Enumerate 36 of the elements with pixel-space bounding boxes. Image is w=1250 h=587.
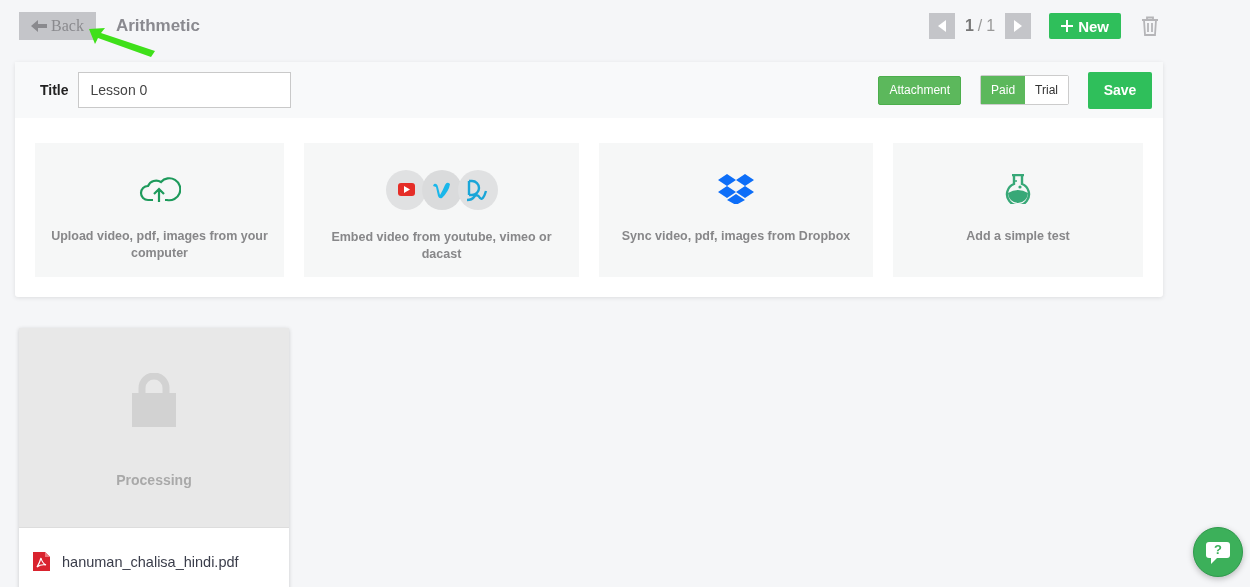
new-button[interactable]: New <box>1049 13 1121 39</box>
access-toggle-option[interactable]: Trial <box>1025 76 1068 104</box>
previous-page-button[interactable] <box>928 13 955 39</box>
title-input[interactable]: Lesson 0 <box>77 72 291 108</box>
save-button[interactable]: Save <box>1088 71 1152 109</box>
pdf-file-icon <box>33 552 50 571</box>
arrow-left-icon <box>31 20 47 32</box>
option-label: Add a simple test <box>965 228 1071 245</box>
processing-status: Processing <box>116 472 192 488</box>
back-button[interactable]: Back <box>19 12 96 40</box>
title-label: Title <box>40 82 69 98</box>
page-total: 1 <box>986 17 996 35</box>
open-box-icon <box>718 174 754 204</box>
content-option-tile[interactable]: Embed video from youtube, vimeo or dacast <box>304 143 579 277</box>
option-label: Embed video from youtube, vimeo or dacast <box>330 229 553 263</box>
cloud-upload-icon <box>138 174 181 204</box>
plus-icon <box>1061 20 1074 32</box>
access-toggle-option[interactable]: Paid <box>981 76 1026 104</box>
page-number: 1 <box>964 17 974 35</box>
attachment-button[interactable]: Attachment <box>878 75 962 105</box>
trash-icon[interactable] <box>1141 16 1159 36</box>
flask-icon <box>1005 174 1031 204</box>
help-button[interactable]: ? <box>1193 527 1243 577</box>
triangle-left-icon <box>937 20 946 32</box>
triangle-right-icon <box>1014 20 1023 32</box>
content-option-tile[interactable]: Sync video, pdf, images from Dropbox <box>599 143 873 277</box>
content-option-tile[interactable]: Upload video, pdf, images from your computer <box>35 143 284 277</box>
page-title: Arithmetic <box>115 16 200 36</box>
option-label: Upload video, pdf, images from your computer <box>50 228 269 262</box>
option-label: Sync video, pdf, images from Dropbox <box>620 228 852 245</box>
file-card[interactable]: Processing hanuman_chalisa_hindi.pdf <box>19 328 289 587</box>
video-services-icon <box>384 169 499 211</box>
next-page-button[interactable] <box>1005 13 1032 39</box>
page-separator: / <box>977 17 983 35</box>
content-option-tile[interactable]: Add a simple test <box>893 143 1143 277</box>
file-name: hanuman_chalisa_hindi.pdf <box>62 553 239 570</box>
